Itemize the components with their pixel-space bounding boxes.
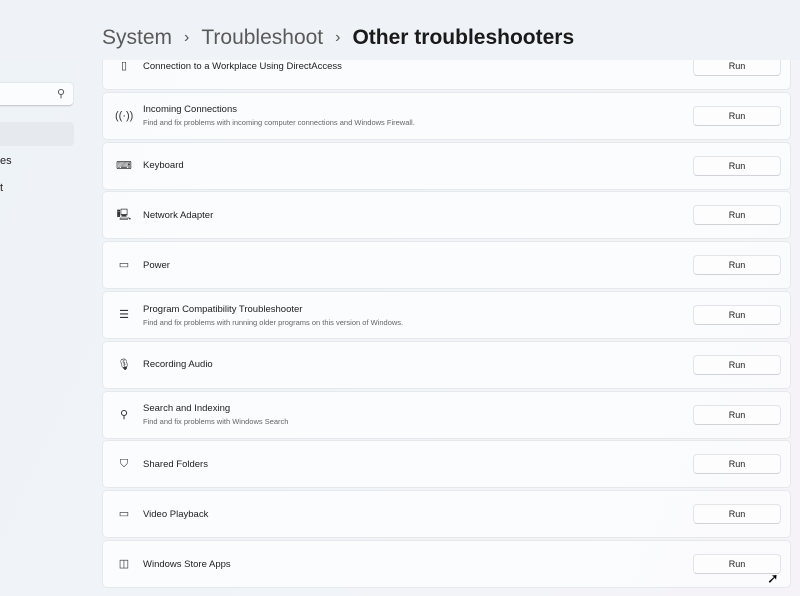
troubleshooter-row: ▭ Power Run (103, 242, 790, 289)
row-text: Power (143, 242, 170, 288)
keyboard-icon: ⌨ (116, 159, 132, 172)
troubleshooter-row: ☰ Program Compatibility Troubleshooter F… (103, 292, 790, 338)
row-text: Search and Indexing Find and fix problem… (143, 392, 288, 438)
row-description: Find and fix problems with Windows Searc… (143, 417, 289, 427)
row-title: Incoming Connections (143, 104, 237, 116)
row-text: Shared Folders (143, 441, 208, 487)
troubleshooter-row: ⚲ Search and Indexing Find and fix probl… (103, 391, 790, 438)
run-button[interactable]: Run (693, 454, 781, 475)
row-title: Program Compatibility Troubleshooter (143, 303, 303, 315)
search-icon: ⚲ (56, 88, 65, 100)
breadcrumb-system[interactable]: System (102, 26, 172, 50)
store-apps-icon: ◫ (118, 558, 130, 570)
row-text: Windows Store Apps (143, 541, 231, 587)
row-title: Keyboard (143, 160, 184, 172)
run-button[interactable]: Run (693, 504, 781, 525)
row-text: Program Compatibility Troubleshooter Fin… (143, 292, 403, 338)
row-description: Find and fix problems with running older… (143, 317, 404, 327)
sidebar-item-selected[interactable] (0, 122, 74, 146)
run-button[interactable]: Run (693, 255, 781, 276)
troubleshooter-row: 🎙 Recording Audio Run (103, 341, 790, 388)
sidebar-item[interactable]: t (0, 182, 3, 194)
microphone-icon: 🎙 (117, 358, 131, 371)
run-button[interactable]: Run (693, 105, 781, 126)
row-text: Network Adapter (143, 192, 213, 238)
search-input[interactable]: ⚲ (0, 83, 73, 106)
breadcrumb: System › Troubleshoot › Other troublesho… (102, 26, 574, 50)
row-description: Find and fix problems with incoming comp… (143, 118, 415, 128)
troubleshooter-row: ▭ Video Playback Run (103, 491, 790, 538)
row-text: Recording Audio (143, 342, 213, 388)
run-button[interactable]: Run (693, 404, 781, 425)
run-button[interactable]: Run (693, 205, 781, 226)
row-title: Network Adapter (143, 209, 214, 221)
sidebar-item[interactable]: es (0, 155, 12, 167)
battery-icon: ▭ (118, 259, 130, 272)
row-title: Power (143, 259, 170, 271)
chevron-right-icon: › (184, 29, 190, 46)
header: System › Troubleshoot › Other troublesho… (0, 0, 800, 60)
row-title: Search and Indexing (143, 403, 231, 415)
troubleshooter-row: ((·)) Incoming Connections Find and fix … (103, 92, 790, 139)
run-button[interactable]: Run (693, 155, 781, 176)
troubleshooter-row: 🖳 Network Adapter Run (103, 192, 790, 239)
chevron-right-icon: › (335, 29, 341, 46)
troubleshooter-row: ⛉ Shared Folders Run (103, 441, 790, 488)
row-title: Windows Store Apps (143, 558, 231, 570)
list-icon: ☰ (119, 309, 129, 321)
row-title: Shared Folders (143, 458, 208, 470)
row-title: Recording Audio (143, 359, 213, 371)
row-text: Video Playback (143, 491, 208, 537)
row-text: Incoming Connections Find and fix proble… (143, 93, 415, 139)
page-title: Other troubleshooters (352, 26, 575, 49)
search-icon: ⚲ (119, 408, 129, 421)
antenna-icon: ((·)) (115, 109, 134, 122)
breadcrumb-troubleshoot[interactable]: Troubleshoot (201, 26, 323, 50)
network-adapter-icon: 🖳 (116, 209, 132, 222)
row-title: Connection to a Workplace Using DirectAc… (143, 60, 342, 72)
shared-folder-icon: ⛉ (119, 458, 129, 471)
run-button[interactable]: Run (693, 354, 781, 375)
sidebar: ⚲ es t (0, 0, 80, 596)
row-title: Video Playback (143, 508, 209, 520)
mouse-cursor-icon: ➚ (767, 570, 779, 586)
row-text: Keyboard (143, 143, 184, 189)
run-button[interactable]: Run (693, 305, 781, 325)
troubleshooter-row: ⌨ Keyboard Run (103, 142, 790, 189)
video-camera-icon: ▭ (118, 508, 130, 521)
troubleshooter-row: ◫ Windows Store Apps Run (103, 541, 790, 587)
